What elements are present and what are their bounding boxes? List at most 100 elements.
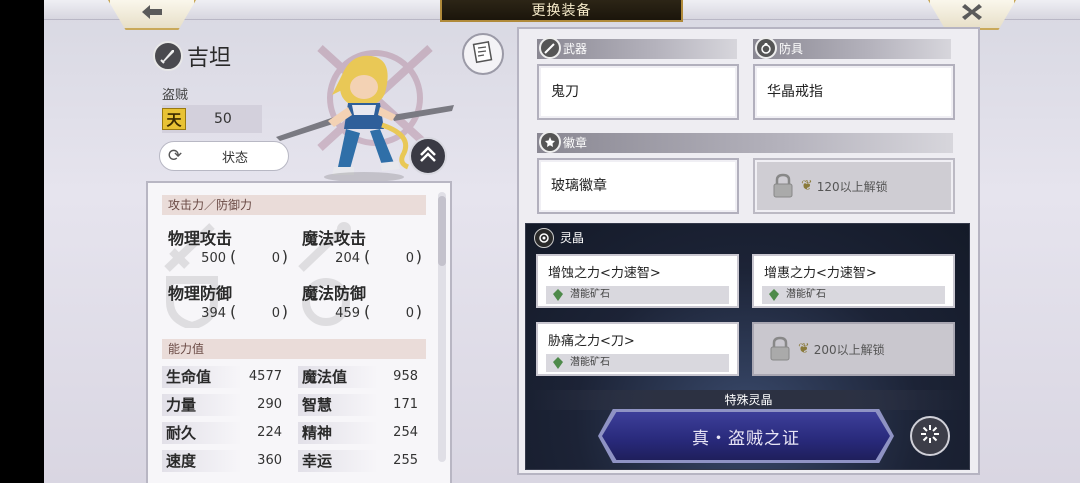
level-box: 天 50 [162, 105, 262, 133]
stat-paren-close: ) [281, 302, 288, 321]
crystal-type-label: 潜能矿石 [570, 289, 610, 300]
close-button[interactable] [928, 0, 1016, 30]
stat-paren-open: ( [364, 302, 371, 321]
ability-name: 魔法值 [298, 366, 378, 388]
lock-icon [773, 173, 793, 198]
stat-name: 物理防御 [168, 284, 233, 303]
equipment-screen: 更换装备 吉坦 盗贼 天 50 ⟳ 状态 攻击力／防御力 物理攻击 500 (… [0, 0, 1080, 483]
status-button-label: 状态 [222, 150, 249, 166]
ability-speed: 速度 360 [162, 450, 282, 472]
armor-slot[interactable]: 华晶戒指 [753, 64, 955, 120]
stat-value: 394 [201, 306, 226, 321]
sword-icon [539, 37, 561, 59]
crystal-area: 灵晶 增蚀之力<力速智> 潜能矿石 增惠之力<力速智> 潜能矿石 胁痛之力<刀>… [525, 223, 970, 470]
stats-scrollbar[interactable] [438, 192, 446, 462]
ability-name: 耐久 [162, 422, 242, 444]
badge-icon [539, 131, 561, 153]
crystal-type-label: 潜能矿石 [570, 357, 610, 368]
stat-name: 物理攻击 [168, 229, 233, 248]
special-crystal-label: 特殊灵晶 [526, 390, 969, 410]
ability-endurance: 耐久 224 [162, 422, 282, 444]
back-button[interactable] [108, 0, 196, 30]
badge-locked-slot: ❦ 120以上解锁 [753, 158, 955, 214]
expand-up-button[interactable] [409, 137, 447, 175]
ore-gem-icon [553, 289, 563, 301]
ability-spirit: 精神 254 [298, 422, 418, 444]
ability-value: 290 [257, 397, 282, 412]
ability-luck: 幸运 255 [298, 450, 418, 472]
memo-note-icon [471, 40, 495, 68]
stat-value: 500 [201, 251, 226, 266]
stat-name: 魔法防御 [302, 284, 367, 303]
ability-name: 智慧 [298, 394, 378, 416]
character-header: 吉坦 [153, 40, 231, 72]
ability-mp: 魔法值 958 [298, 366, 418, 388]
ability-value: 171 [393, 397, 418, 412]
ability-value: 255 [393, 453, 418, 468]
ability-name: 力量 [162, 394, 242, 416]
badge-header: 徽章 [537, 131, 953, 153]
crystal-icon [534, 228, 554, 248]
status-button[interactable]: ⟳ 状态 [159, 141, 289, 171]
stat-magic-defense: 魔法防御 459 ( 0 ) [296, 276, 422, 328]
memo-button[interactable] [462, 33, 504, 75]
stat-bonus: 0 [405, 251, 414, 266]
stat-bonus: 0 [271, 251, 280, 266]
ability-strength: 力量 290 [162, 394, 282, 416]
character-name: 吉坦 [187, 46, 232, 71]
armor-label: 防具 [779, 42, 804, 56]
crystal-lock-text: 200以上解锁 [813, 342, 885, 357]
stat-magic-attack: 魔法攻击 204 ( 0 ) [296, 221, 422, 273]
stat-physical-defense: 物理防御 394 ( 0 ) [162, 276, 288, 328]
sword-class-icon [153, 41, 183, 71]
ability-name: 速度 [162, 450, 242, 472]
screen-edge [0, 0, 44, 483]
sparkle-button[interactable] [910, 416, 950, 456]
crystal-name: 胁痛之力<刀> [548, 334, 635, 349]
feather-icon: ❦ [801, 178, 813, 194]
attack-defense-header: 攻击力／防御力 [162, 195, 426, 215]
ability-name: 生命值 [162, 366, 242, 388]
crystal-type: 潜能矿石 [546, 286, 729, 304]
crystal-slot-1[interactable]: 增蚀之力<力速智> 潜能矿石 [536, 254, 739, 308]
crystal-label: 灵晶 [560, 231, 585, 245]
badge-label: 徽章 [563, 136, 588, 150]
sparkle-icon [919, 423, 941, 449]
level-badge-icon: 天 [162, 108, 186, 130]
stat-value: 459 [335, 306, 360, 321]
close-icon [960, 3, 984, 25]
level-value: 50 [214, 111, 232, 127]
weapon-label: 武器 [563, 42, 588, 56]
ability-wisdom: 智慧 171 [298, 394, 418, 416]
ability-value: 4577 [248, 369, 282, 384]
crystal-slot-2[interactable]: 增惠之力<力速智> 潜能矿石 [752, 254, 955, 308]
ability-value: 360 [257, 453, 282, 468]
stat-name: 魔法攻击 [302, 229, 367, 248]
stat-paren-open: ( [230, 247, 237, 266]
special-crystal-button[interactable]: 真・盗贼之证 [602, 412, 890, 460]
stat-physical-attack: 物理攻击 500 ( 0 ) [162, 221, 288, 273]
feather-icon: ❦ [798, 341, 810, 357]
stat-value: 204 [335, 251, 360, 266]
lock-icon [770, 336, 790, 361]
scrollbar-thumb[interactable] [438, 196, 446, 266]
ring-icon [755, 37, 777, 59]
ability-header: 能力值 [162, 339, 426, 359]
stat-paren-close: ) [281, 247, 288, 266]
badge-slot[interactable]: 玻璃徽章 [537, 158, 739, 214]
armor-header: 防具 [753, 37, 951, 59]
character-job: 盗贼 [162, 88, 189, 103]
refresh-icon: ⟳ [167, 146, 183, 166]
double-chevron-up-icon [417, 143, 439, 169]
back-arrow-icon [140, 3, 164, 25]
ability-value: 254 [393, 425, 418, 440]
crystal-slot-3[interactable]: 胁痛之力<刀> 潜能矿石 [536, 322, 739, 376]
stat-paren-open: ( [230, 302, 237, 321]
weapon-slot[interactable]: 鬼刀 [537, 64, 739, 120]
stat-bonus: 0 [405, 306, 414, 321]
stat-paren-close: ) [415, 247, 422, 266]
crystal-type: 潜能矿石 [762, 286, 945, 304]
ability-hp: 生命值 4577 [162, 366, 282, 388]
crystal-name: 增惠之力<力速智> [764, 266, 877, 281]
crystal-name: 增蚀之力<力速智> [548, 266, 661, 281]
